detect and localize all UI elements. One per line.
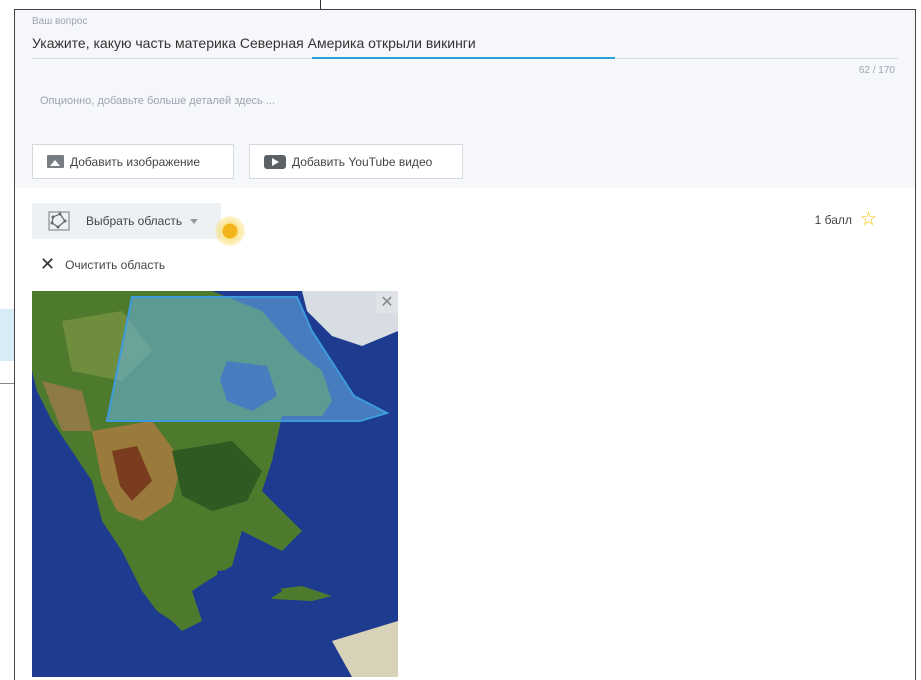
image-icon: [47, 155, 64, 168]
add-youtube-label: Добавить YouTube видео: [292, 154, 433, 169]
points-label: 1 балл: [814, 212, 852, 227]
remove-image-button[interactable]: ✕: [376, 291, 398, 313]
details-input[interactable]: [32, 86, 648, 116]
north-america-map: [32, 291, 398, 677]
background-divider: [0, 383, 14, 384]
select-area-dropdown[interactable]: Выбрать область: [32, 203, 221, 239]
question-underline-active: [312, 57, 615, 59]
clear-area-button[interactable]: ✕ Очистить область: [40, 254, 165, 275]
chevron-down-icon: [190, 218, 199, 224]
character-counter: 62 / 170: [858, 65, 895, 76]
question-editor-panel: Ваш вопрос Укажите, какую часть материка…: [14, 9, 916, 680]
polygon-area-icon: [48, 211, 70, 231]
question-area: Ваш вопрос Укажите, какую часть материка…: [15, 10, 915, 188]
question-input[interactable]: Укажите, какую часть материка Северная А…: [32, 35, 476, 51]
background-selected-item: [0, 309, 14, 361]
add-image-button[interactable]: Добавить изображение: [32, 144, 234, 179]
question-label: Ваш вопрос: [32, 16, 88, 27]
close-icon: ✕: [40, 254, 56, 274]
youtube-icon: [264, 154, 286, 169]
points-indicator[interactable]: 1 балл ☆: [815, 208, 877, 231]
clear-area-label: Очистить область: [65, 257, 166, 272]
add-image-label: Добавить изображение: [70, 154, 201, 169]
map-image[interactable]: ✕: [32, 291, 398, 677]
add-youtube-button[interactable]: Добавить YouTube видео: [249, 144, 463, 179]
star-icon[interactable]: ☆: [860, 208, 877, 231]
mouse-cursor-highlight: [215, 216, 245, 246]
select-area-label: Выбрать область: [86, 214, 183, 228]
